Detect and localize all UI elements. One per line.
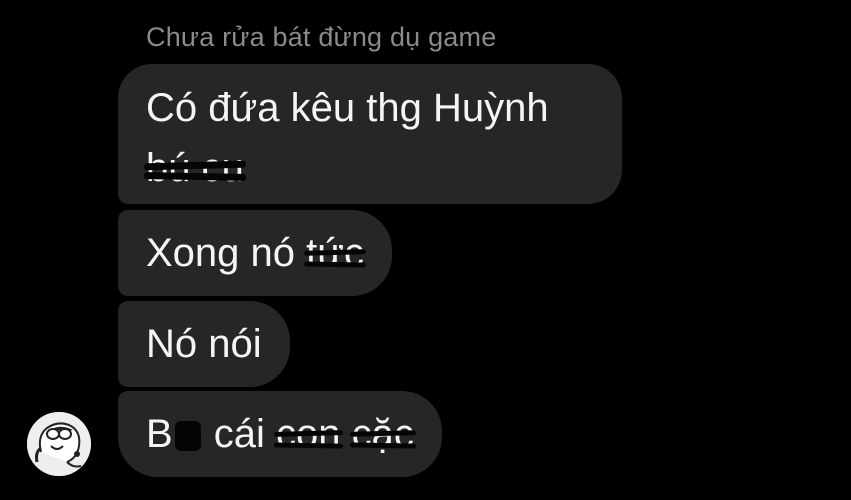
message-bubble-3[interactable]: Nó nói [118, 301, 290, 387]
censor-blot [174, 421, 201, 451]
message-bubble-1[interactable]: Có đứa kêu thg Huỳnh bú cu [118, 64, 622, 204]
message-text: cái [202, 412, 277, 456]
cartoon-character-avatar-icon [27, 412, 91, 476]
sender-name: Chưa rửa bát đừng dụ game [146, 22, 497, 52]
censored-text: cặc [352, 391, 414, 477]
message-text: Xong nó [146, 231, 307, 275]
message-text: Nó nói [146, 322, 262, 366]
message-text: B [146, 412, 173, 456]
avatar[interactable] [27, 412, 91, 476]
message-bubble-2[interactable]: Xong nó tức [118, 210, 393, 296]
message-text: Có đứa kêu thg Huỳnh [146, 86, 549, 130]
message-bubble-4[interactable]: B cái con cặc [118, 391, 442, 477]
censored-text: tức [306, 210, 364, 296]
censored-text: con [276, 391, 341, 477]
censored-text: bú cu [146, 138, 244, 198]
